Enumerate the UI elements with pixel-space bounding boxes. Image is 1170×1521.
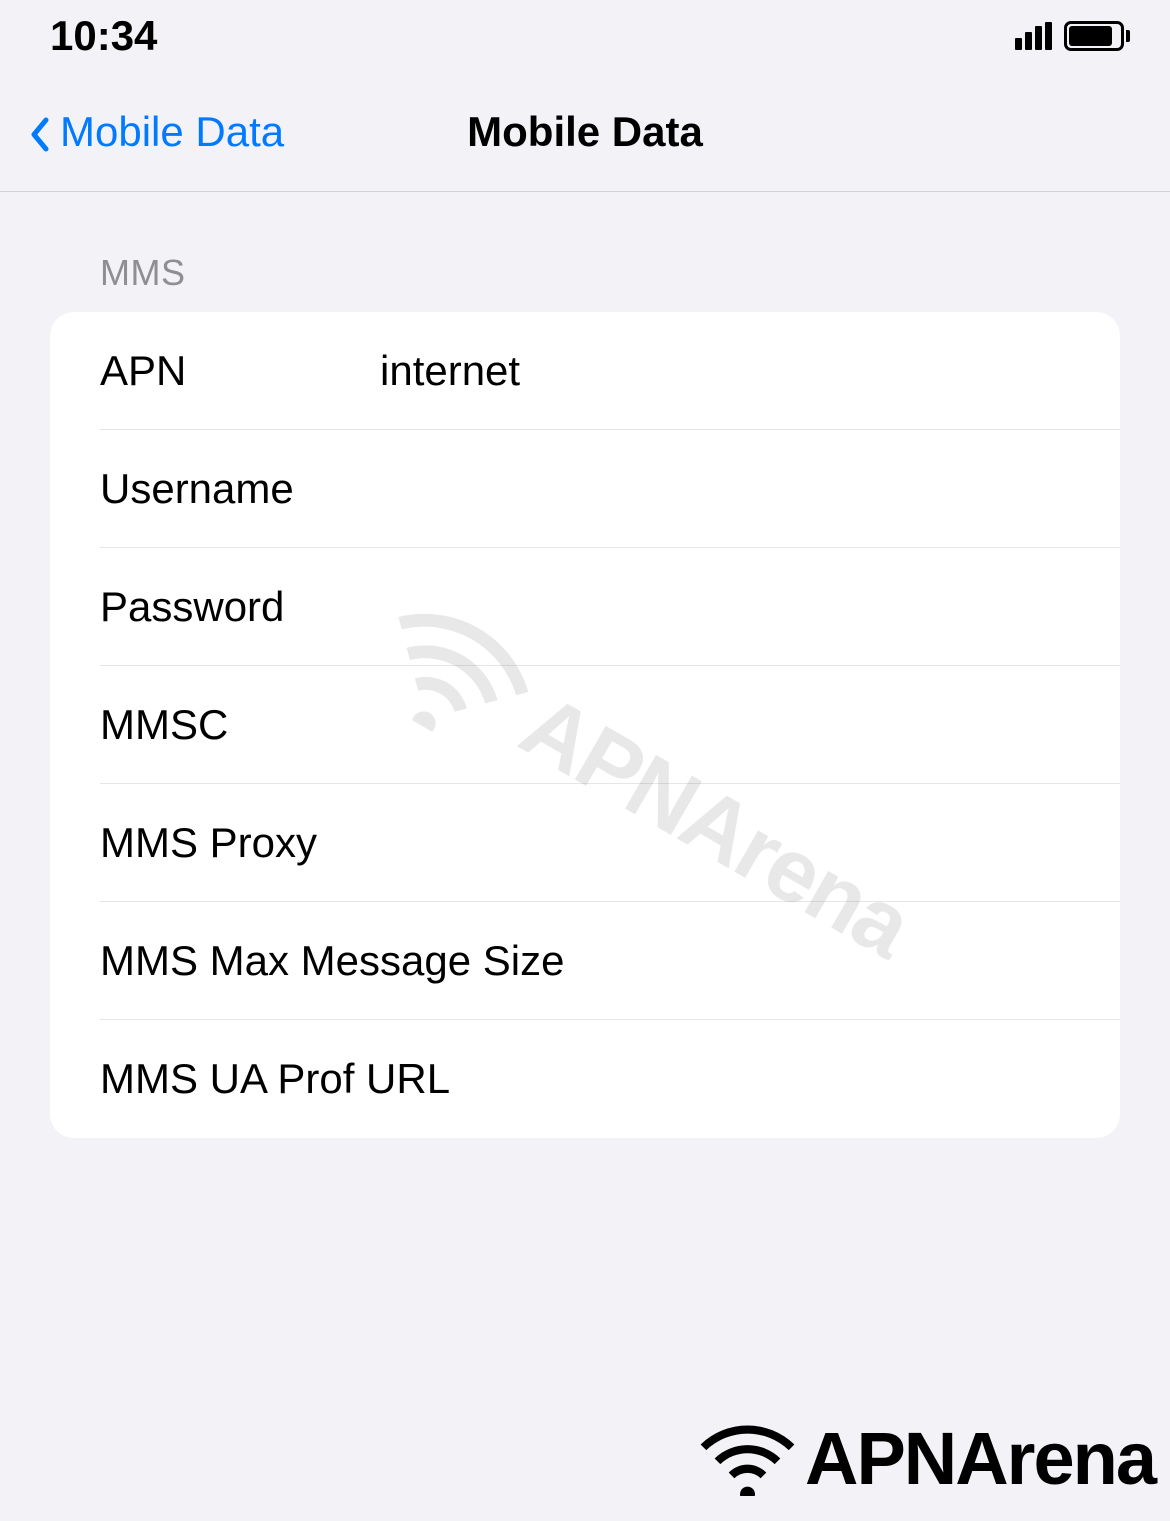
- mms-proxy-row[interactable]: MMS Proxy: [50, 784, 1120, 902]
- mmsc-label: MMSC: [100, 701, 380, 749]
- back-button[interactable]: Mobile Data: [30, 108, 284, 156]
- password-input[interactable]: [380, 583, 1070, 631]
- mms-ua-prof-label: MMS UA Prof URL: [100, 1055, 450, 1103]
- navigation-bar: Mobile Data Mobile Data: [0, 72, 1170, 192]
- apn-input[interactable]: [380, 347, 1070, 395]
- battery-icon: [1064, 21, 1130, 51]
- mmsc-row[interactable]: MMSC: [50, 666, 1120, 784]
- chevron-left-icon: [30, 114, 50, 149]
- apn-row[interactable]: APN: [50, 312, 1120, 430]
- page-title: Mobile Data: [467, 108, 703, 156]
- back-button-label: Mobile Data: [60, 108, 284, 156]
- cellular-signal-icon: [1015, 22, 1052, 50]
- mms-max-size-row[interactable]: MMS Max Message Size: [50, 902, 1120, 1020]
- username-label: Username: [100, 465, 380, 513]
- password-label: Password: [100, 583, 380, 631]
- mms-max-size-input[interactable]: [564, 937, 1105, 985]
- mms-ua-prof-row[interactable]: MMS UA Prof URL: [50, 1020, 1120, 1138]
- mmsc-input[interactable]: [380, 701, 1070, 749]
- watermark-bottom-text: APNArena: [805, 1416, 1155, 1501]
- username-input[interactable]: [380, 465, 1070, 513]
- apn-label: APN: [100, 347, 380, 395]
- status-bar: 10:34: [0, 0, 1170, 72]
- watermark-bottom: APNArena: [700, 1416, 1155, 1501]
- section-header-mms: MMS: [50, 252, 1120, 312]
- content: MMS APN Username Password MMSC MMS Proxy…: [0, 192, 1170, 1138]
- settings-group: APN Username Password MMSC MMS Proxy MMS…: [50, 312, 1120, 1138]
- mms-proxy-label: MMS Proxy: [100, 819, 380, 867]
- mms-proxy-input[interactable]: [380, 819, 1070, 867]
- mms-ua-prof-input[interactable]: [450, 1055, 1070, 1103]
- password-row[interactable]: Password: [50, 548, 1120, 666]
- status-time: 10:34: [50, 12, 157, 60]
- username-row[interactable]: Username: [50, 430, 1120, 548]
- mms-max-size-label: MMS Max Message Size: [100, 937, 564, 985]
- wifi-icon: [700, 1421, 795, 1496]
- status-right: [1015, 21, 1130, 51]
